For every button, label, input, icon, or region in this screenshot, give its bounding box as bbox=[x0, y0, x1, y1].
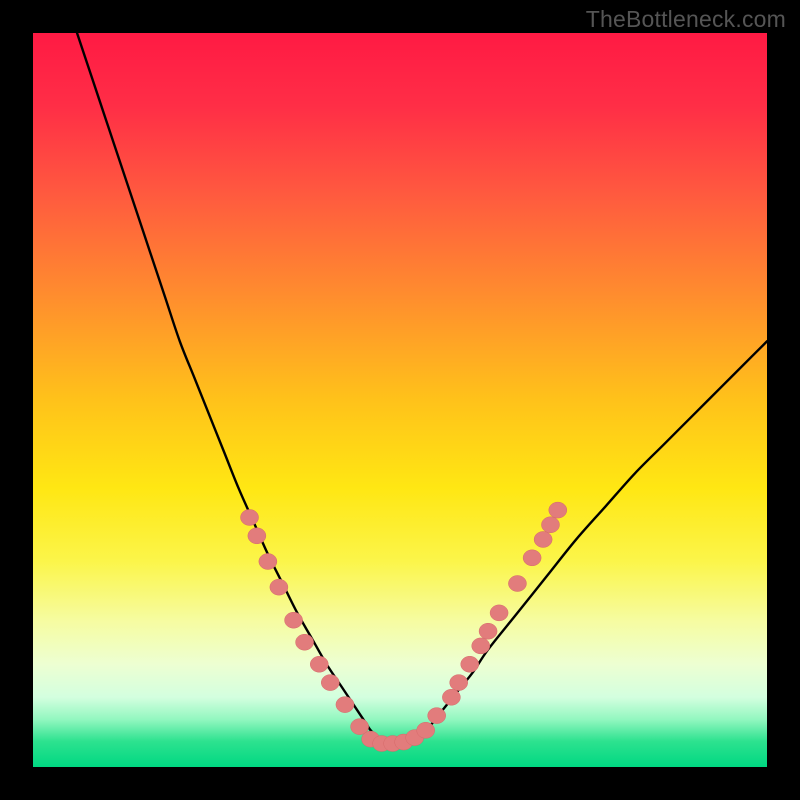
zone-dot bbox=[270, 579, 288, 595]
zone-dot bbox=[479, 623, 497, 639]
zone-dot bbox=[336, 697, 354, 713]
zone-dot bbox=[541, 517, 559, 533]
zone-dot bbox=[490, 605, 508, 621]
zone-dot bbox=[285, 612, 303, 628]
zone-dot bbox=[461, 656, 479, 672]
zone-dot bbox=[534, 531, 552, 547]
zone-dot bbox=[508, 576, 526, 592]
zone-dot bbox=[417, 722, 435, 738]
gradient-background bbox=[33, 33, 767, 767]
zone-dot bbox=[442, 689, 460, 705]
zone-dot bbox=[241, 509, 259, 525]
chart-card: TheBottleneck.com bbox=[0, 0, 800, 800]
zone-dot bbox=[472, 638, 490, 654]
zone-dot bbox=[428, 708, 446, 724]
plot-area bbox=[33, 33, 767, 767]
zone-dot bbox=[259, 553, 277, 569]
zone-dot bbox=[248, 528, 266, 544]
zone-dot bbox=[450, 675, 468, 691]
zone-dot bbox=[523, 550, 541, 566]
zone-dot bbox=[549, 502, 567, 518]
chart-svg bbox=[33, 33, 767, 767]
zone-dot bbox=[321, 675, 339, 691]
watermark-text: TheBottleneck.com bbox=[586, 6, 786, 33]
zone-dot bbox=[310, 656, 328, 672]
zone-dot bbox=[296, 634, 314, 650]
